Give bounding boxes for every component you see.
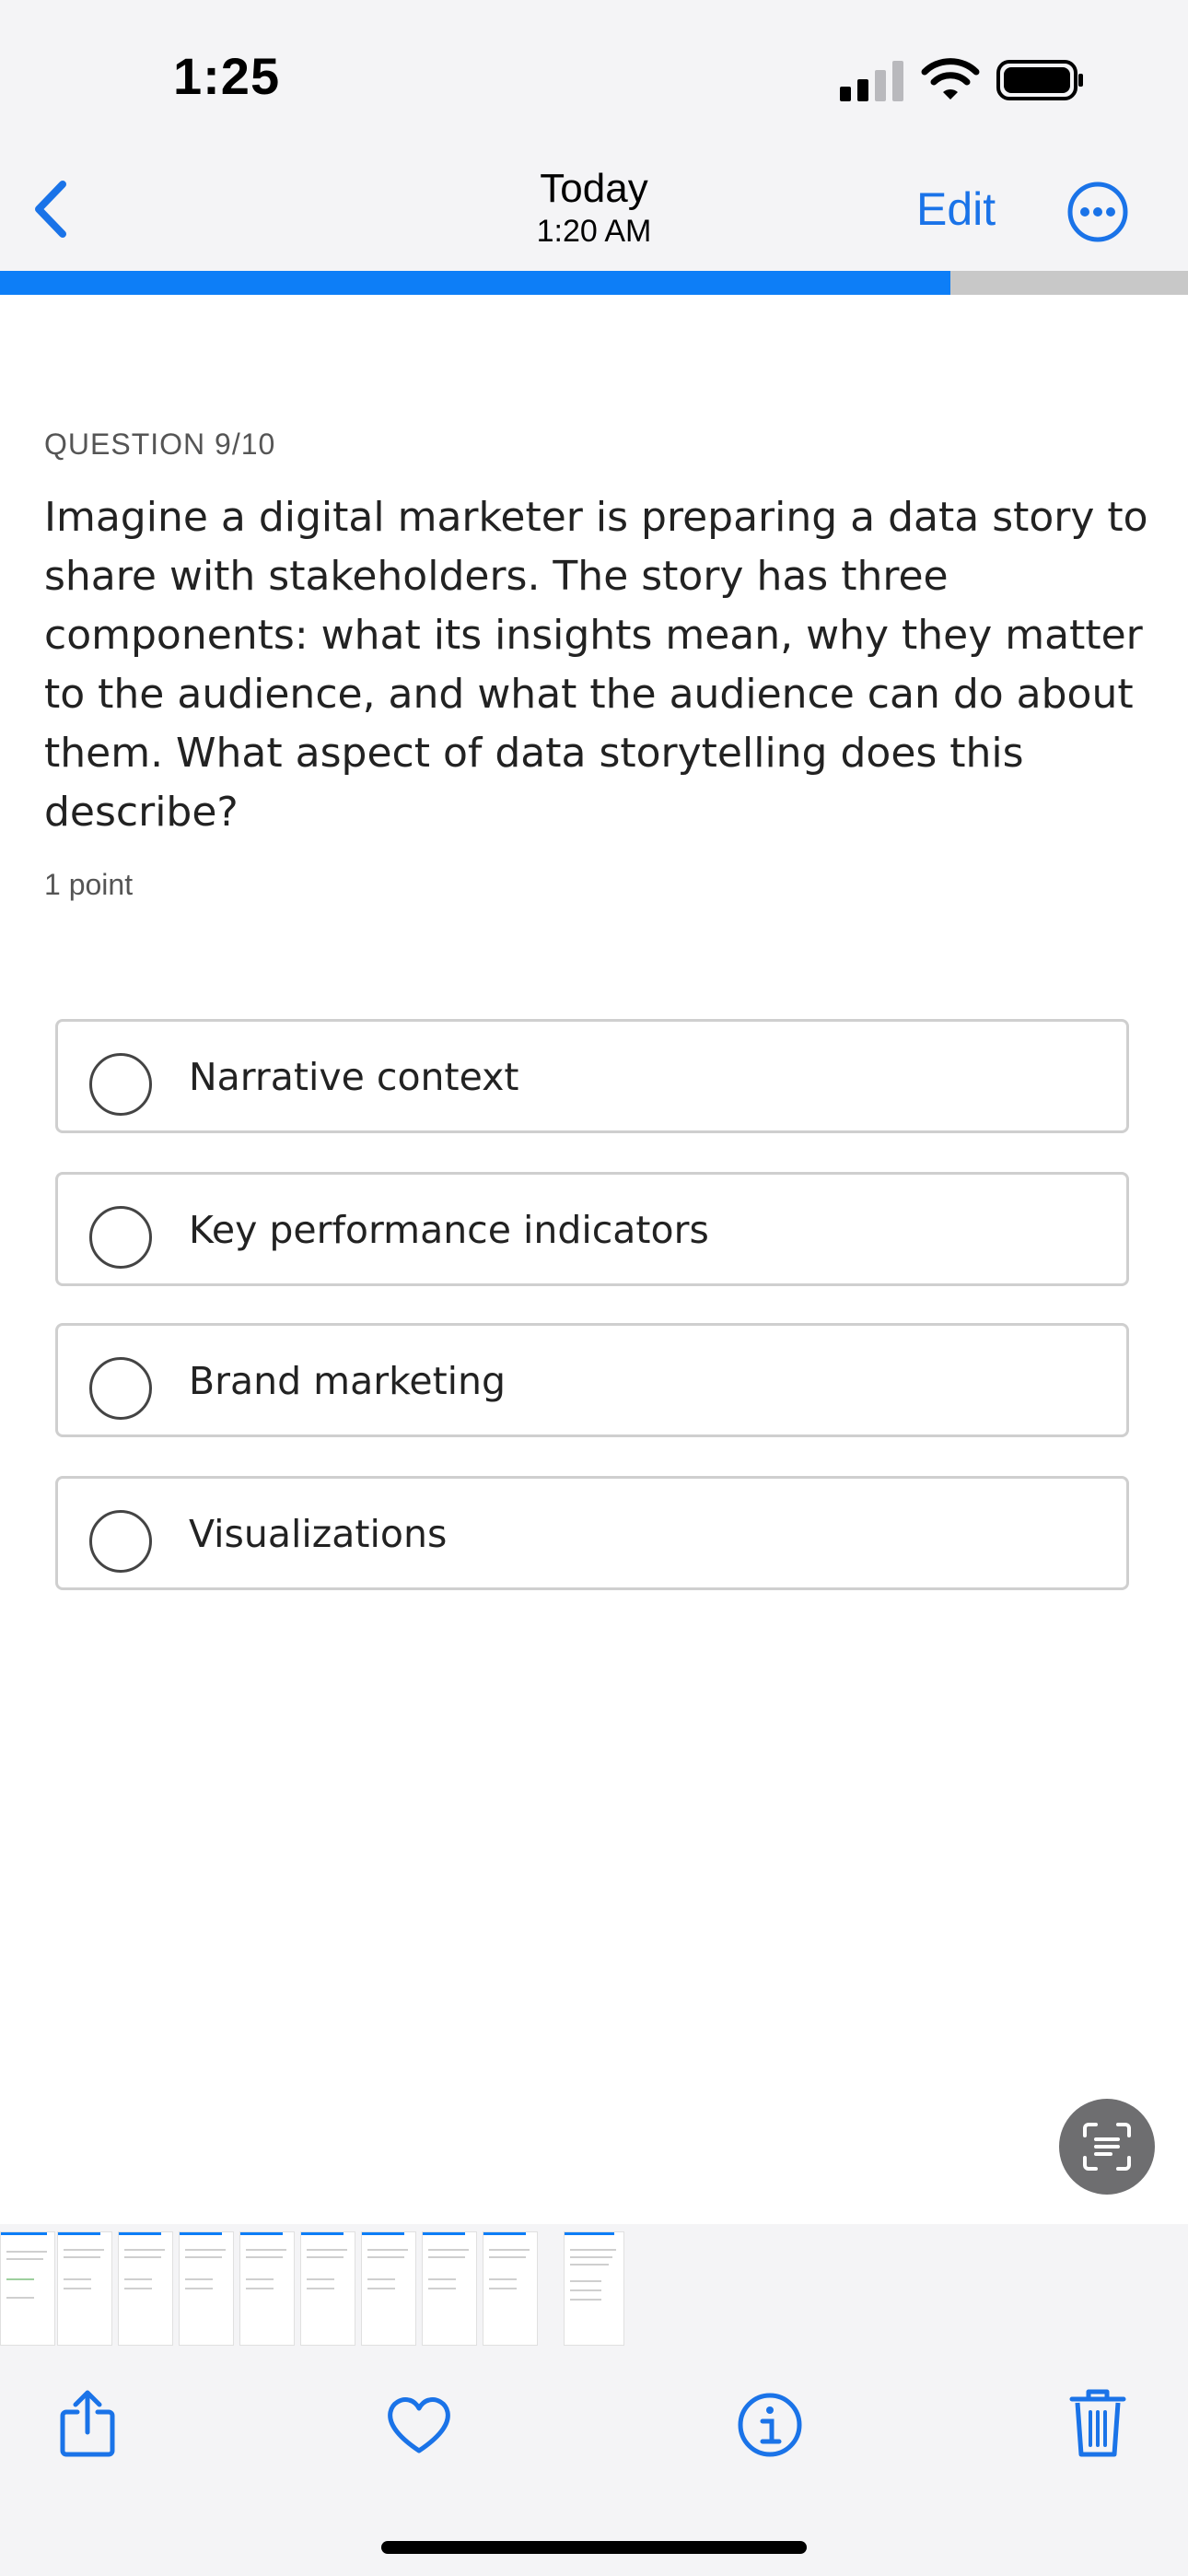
question-text: Imagine a digital marketer is preparing … bbox=[44, 494, 1148, 836]
thumbnail-selected[interactable] bbox=[564, 2231, 624, 2346]
answer-option-label: Key performance indicators bbox=[189, 1208, 709, 1252]
quiz-progress-bar bbox=[0, 271, 1188, 295]
status-time: 1:25 bbox=[173, 47, 281, 105]
answer-option-label: Narrative context bbox=[189, 1055, 519, 1099]
thumbnail[interactable] bbox=[300, 2231, 355, 2346]
back-chevron-icon[interactable] bbox=[28, 175, 74, 243]
thumbnail[interactable] bbox=[118, 2231, 173, 2346]
thumbnail-strip[interactable] bbox=[0, 2231, 626, 2346]
live-text-button[interactable] bbox=[1059, 2099, 1155, 2195]
info-icon[interactable] bbox=[737, 2392, 803, 2458]
heart-icon[interactable] bbox=[385, 2395, 453, 2456]
question-points: 1 point bbox=[44, 868, 134, 901]
battery-icon bbox=[996, 60, 1083, 100]
home-indicator bbox=[381, 2541, 807, 2554]
answer-option[interactable]: Visualizations bbox=[55, 1476, 1129, 1590]
thumbnail[interactable] bbox=[239, 2231, 295, 2346]
thumbnail[interactable] bbox=[361, 2231, 416, 2346]
wifi-icon bbox=[921, 58, 980, 100]
more-options-icon[interactable] bbox=[1066, 181, 1129, 243]
share-icon[interactable] bbox=[55, 2388, 120, 2458]
live-text-icon bbox=[1083, 2123, 1131, 2171]
thumbnail[interactable] bbox=[179, 2231, 234, 2346]
radio-button[interactable] bbox=[89, 1053, 152, 1116]
thumbnail[interactable] bbox=[57, 2231, 112, 2346]
quiz-progress-fill bbox=[0, 271, 950, 295]
edit-button[interactable]: Edit bbox=[916, 182, 996, 236]
thumbnail[interactable] bbox=[483, 2231, 538, 2346]
nav-title-date: Today bbox=[540, 166, 648, 211]
answer-option-label: Brand marketing bbox=[189, 1359, 507, 1403]
trash-icon[interactable] bbox=[1068, 2386, 1127, 2460]
thumbnail[interactable] bbox=[422, 2231, 477, 2346]
answer-option[interactable]: Key performance indicators bbox=[55, 1172, 1129, 1286]
answer-option[interactable]: Brand marketing bbox=[55, 1323, 1129, 1437]
question-number: QUESTION 9/10 bbox=[44, 427, 276, 461]
cellular-signal-icon bbox=[840, 61, 903, 101]
thumbnail[interactable] bbox=[0, 2231, 55, 2346]
answer-option-label: Visualizations bbox=[189, 1512, 448, 1556]
radio-button[interactable] bbox=[89, 1206, 152, 1269]
radio-button[interactable] bbox=[89, 1357, 152, 1420]
nav-title-time: 1:20 AM bbox=[536, 214, 652, 249]
answer-option[interactable]: Narrative context bbox=[55, 1019, 1129, 1133]
radio-button[interactable] bbox=[89, 1510, 152, 1573]
